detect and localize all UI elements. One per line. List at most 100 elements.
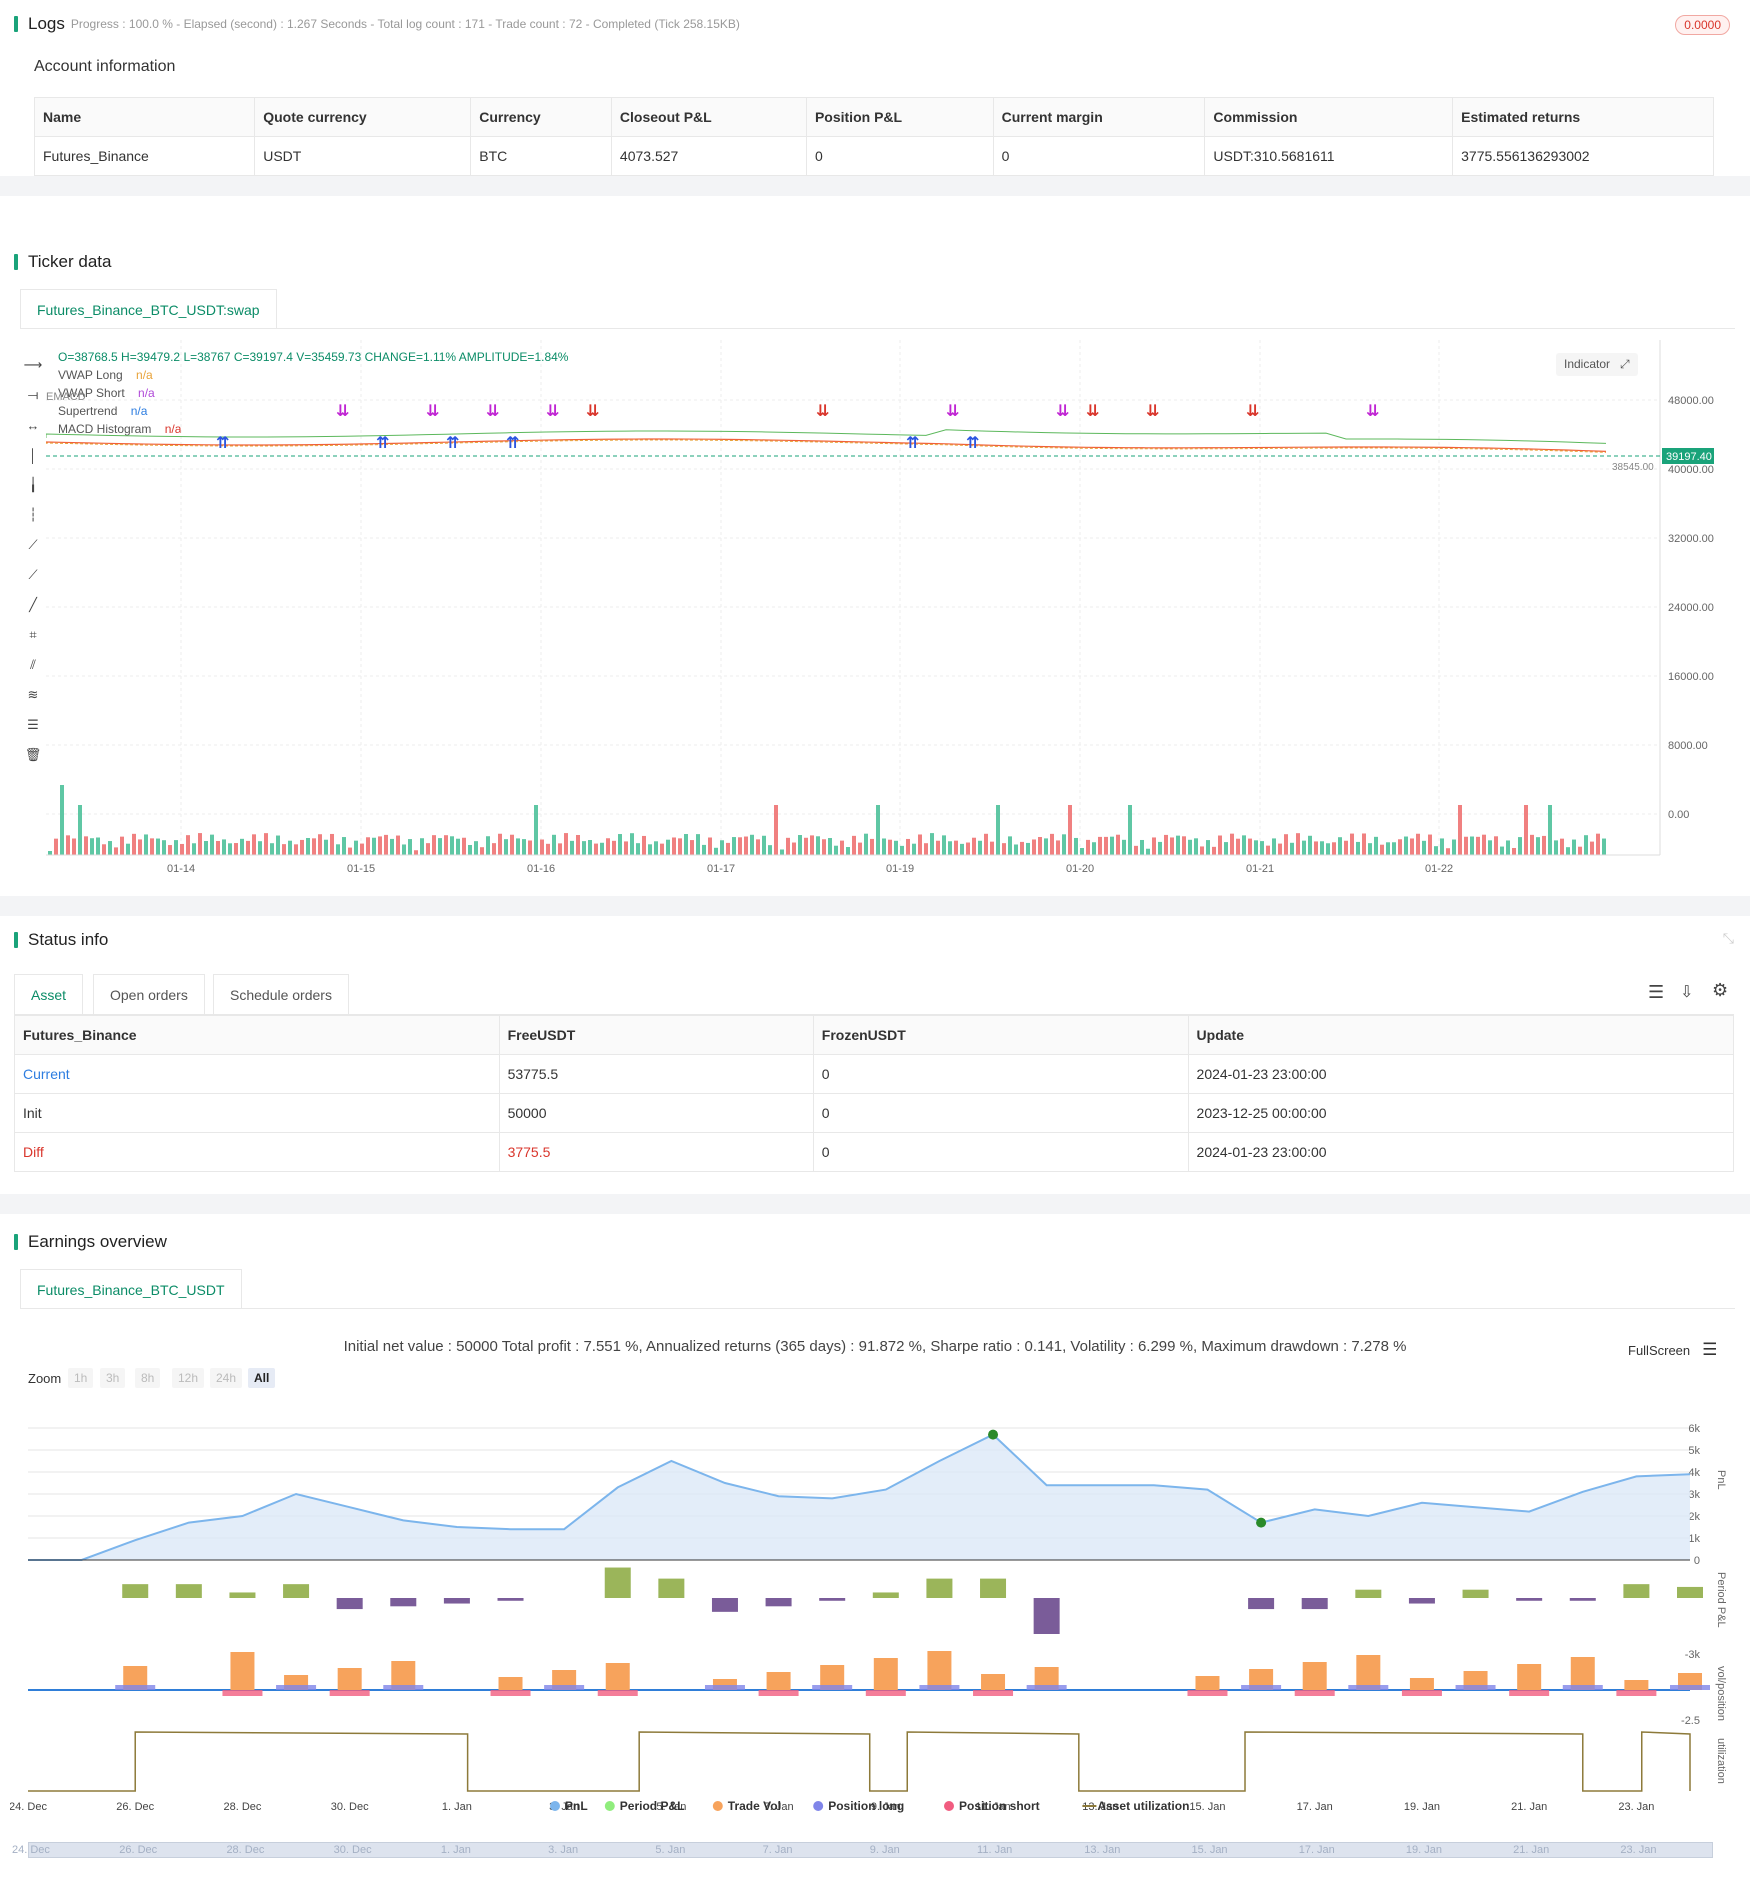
status-title: Status info — [14, 930, 108, 950]
tab-ticker-symbol[interactable]: Futures_Binance_BTC_USDT:swap — [20, 289, 277, 329]
ray-line-tool-icon[interactable]: ⟋ — [20, 560, 46, 590]
volume-bar — [522, 839, 526, 855]
volume-bar — [360, 843, 364, 855]
navigator-date-label: 9. Jan — [869, 1844, 900, 1856]
tab-schedule-orders[interactable]: Schedule orders — [213, 974, 349, 1014]
position-long-bar — [812, 1685, 853, 1690]
vertical-ray-tool-icon[interactable]: ╽ — [20, 470, 46, 500]
fullscreen-button[interactable]: FullScreen ☰ — [1628, 1340, 1717, 1360]
volume-bar — [1320, 841, 1324, 855]
earnings-title-text: Earnings overview — [28, 1232, 167, 1251]
zoom-12h[interactable]: 12h — [172, 1368, 205, 1388]
volume-bar — [996, 805, 1000, 855]
volume-bar — [1530, 834, 1534, 855]
zoom-1h[interactable]: 1h — [68, 1368, 94, 1388]
volume-bar — [1422, 840, 1426, 855]
volume-bar — [1578, 846, 1582, 855]
horizontal-ray-tool-icon[interactable]: ⟞ — [20, 380, 46, 410]
trend-line-tool-icon[interactable]: ⟋ — [20, 530, 46, 560]
volume-bar — [1392, 842, 1396, 855]
account-cell: USDT:310.5681611 — [1204, 136, 1454, 176]
volume-bar — [1518, 837, 1522, 855]
trade-vol-bar — [981, 1674, 1006, 1690]
tab-open-orders[interactable]: Open orders — [93, 974, 205, 1014]
account-cell: 0 — [992, 136, 1206, 176]
volume-bar — [306, 837, 310, 855]
volume-bar — [468, 844, 472, 855]
volume-bar — [816, 836, 820, 855]
list-view-icon[interactable]: ☰ — [1648, 982, 1664, 1003]
volume-bar — [186, 835, 190, 855]
price-label-tool-icon[interactable]: ⌗ — [20, 620, 46, 650]
zoom-all[interactable]: All — [248, 1368, 276, 1388]
volume-bar — [912, 843, 916, 855]
horizontal-line-tool-icon[interactable]: ⟶ — [20, 350, 46, 380]
close-arrow-icon: ⇊ — [546, 403, 559, 420]
volume-bar — [618, 834, 622, 855]
volume-bar — [1590, 841, 1594, 855]
tab-asset[interactable]: Asset — [14, 974, 84, 1014]
volume-bar — [108, 841, 112, 855]
price-tick-label: 16000.00 — [1668, 671, 1714, 683]
volume-bar — [372, 837, 376, 855]
volume-bar — [1194, 838, 1198, 855]
volume-bar — [1050, 833, 1054, 855]
delete-drawings-icon[interactable]: 🗑 — [20, 740, 46, 770]
volume-bar — [714, 847, 718, 855]
zoom-3h[interactable]: 3h — [100, 1368, 126, 1388]
period-pnl-bar — [122, 1584, 149, 1598]
volume-bar — [1188, 839, 1192, 855]
account-col-header: Current margin — [992, 97, 1206, 137]
volume-bar — [600, 842, 604, 855]
volume-bar — [1536, 837, 1540, 855]
fib-tool-icon[interactable]: ≋ — [20, 680, 46, 710]
volume-bar — [246, 840, 250, 855]
volume-bar — [282, 844, 286, 855]
earn-date-label: 21. Jan — [1511, 1801, 1547, 1813]
volume-bar — [1224, 842, 1228, 855]
volume-bar — [1260, 841, 1264, 855]
vertical-segment-tool-icon[interactable]: ┆ — [20, 500, 46, 530]
volume-bar — [678, 838, 682, 855]
settings-gear-icon[interactable]: ⚙ — [1712, 980, 1728, 1001]
volume-bar — [1566, 847, 1570, 855]
parallel-channel-tool-icon[interactable]: ⫽ — [20, 650, 46, 680]
pnl-axis-title: PnL — [1715, 1470, 1727, 1490]
trade-vol-bar — [230, 1652, 255, 1690]
ticker-chart[interactable]: 48000.00 40000.00 32000.00 24000.00 16000.00… — [46, 340, 1746, 880]
volume-bar — [162, 840, 166, 855]
date-tick-label: 01-14 — [167, 863, 195, 875]
zoom-24h[interactable]: 24h — [210, 1368, 243, 1388]
download-icon[interactable]: ⇩ — [1680, 982, 1693, 1002]
segment-tool-icon[interactable]: ╱ — [20, 590, 46, 620]
volume-bar — [342, 837, 346, 855]
volume-bar — [690, 840, 694, 855]
utilization-line — [28, 1731, 1691, 1792]
volume-bar — [666, 839, 670, 855]
period-pnl-bar — [390, 1598, 417, 1607]
vertical-line-tool-icon[interactable]: │ — [20, 440, 46, 470]
position-long-bar — [383, 1685, 424, 1690]
position-long-bar — [1455, 1685, 1496, 1690]
asset-col-header: FreeUSDT — [498, 1015, 814, 1055]
volume-bar — [1404, 836, 1408, 855]
tab-earnings-symbol[interactable]: Futures_Binance_BTC_USDT — [20, 1269, 242, 1309]
menu-icon[interactable]: ☰ — [1702, 1340, 1717, 1359]
position-short-bar — [1294, 1690, 1335, 1696]
zoom-8h[interactable]: 8h — [135, 1368, 161, 1388]
extended-line-tool-icon[interactable]: ↔ — [20, 410, 46, 440]
supertrend-line — [46, 438, 1607, 452]
volume-bar — [234, 843, 238, 855]
earnings-chart[interactable]: 6k 5k 4k 3k 2k 1k 0 PnL -3k Period P&L -2.5 vol/pos… — [10, 1398, 1740, 1838]
navigator-date-label: 26. Dec — [119, 1844, 158, 1856]
period-pnl-bar — [765, 1598, 792, 1607]
volume-bar — [414, 850, 418, 855]
volume-bar — [978, 840, 982, 855]
volume-bar — [498, 833, 502, 855]
collapse-icon[interactable]: ⤡ — [1723, 930, 1734, 947]
horizontal-lines-tool-icon[interactable]: ☰ — [20, 710, 46, 740]
close-arrow-icon: ⇊ — [486, 403, 499, 420]
volume-bar — [120, 836, 124, 855]
volume-bar — [894, 840, 898, 855]
volume-bar — [762, 835, 766, 855]
